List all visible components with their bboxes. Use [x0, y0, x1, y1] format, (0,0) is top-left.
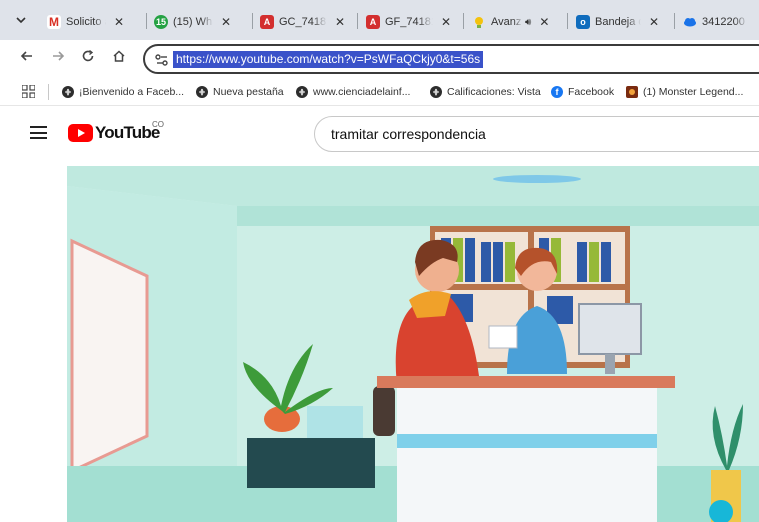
site-info-icon[interactable]	[153, 51, 171, 69]
chevron-down-icon	[16, 17, 26, 24]
arrow-right-icon	[53, 51, 65, 61]
video-frame-illustration	[67, 166, 759, 522]
home-icon	[113, 50, 125, 62]
home-button[interactable]	[109, 49, 129, 69]
monster-legends-icon	[626, 86, 638, 98]
cloud-icon	[684, 18, 696, 27]
youtube-header: YouTube CO tramitar correspondencia	[0, 106, 759, 162]
tab-gmail[interactable]: M Solicito a ✕	[47, 8, 124, 36]
bookmark-monster-legends[interactable]: (1) Monster Legend...	[626, 83, 743, 101]
globe-icon	[196, 86, 208, 98]
tab-pdf-gf[interactable]: A GF_74181 ✕	[366, 8, 451, 36]
reload-icon	[82, 49, 94, 62]
bookmark-nueva-pestana[interactable]: Nueva pestaña	[196, 83, 284, 101]
bookmark-label: Nueva pestaña	[213, 86, 284, 98]
tab-strip: M Solicito a ✕ 15 (15) What ✕ A GC_74181…	[0, 0, 759, 40]
tab-title: GF_74181	[385, 16, 433, 28]
apps-grid-icon[interactable]	[22, 85, 35, 98]
tab-avanz[interactable]: Avanz 🔊︎ ✕	[472, 8, 549, 36]
pdf-icon: A	[260, 15, 274, 29]
youtube-logo[interactable]: YouTube	[68, 123, 160, 143]
bookmark-label: www.cienciadelainf...	[313, 86, 411, 98]
forward-button[interactable]	[48, 49, 68, 69]
bookmark-label: (1) Monster Legend...	[643, 86, 744, 98]
globe-icon	[296, 86, 308, 98]
bookmark-facebook-welcome[interactable]: ¡Bienvenido a Faceb...	[62, 83, 184, 101]
video-player[interactable]	[67, 166, 759, 522]
tab-pdf-gc[interactable]: A GC_74181 ✕	[260, 8, 345, 36]
whatsapp-icon: 15	[154, 15, 168, 29]
globe-icon	[430, 86, 442, 98]
bookmark-calificaciones[interactable]: Calificaciones: Vista	[430, 83, 541, 101]
lightbulb-icon	[475, 17, 483, 28]
bookmark-label: Calificaciones: Vista	[447, 86, 541, 98]
close-icon[interactable]: ✕	[335, 15, 345, 29]
globe-icon	[62, 86, 74, 98]
close-icon[interactable]: ✕	[221, 15, 231, 29]
country-code: CO	[152, 120, 164, 129]
facebook-icon: f	[551, 86, 563, 98]
close-icon[interactable]: ✕	[649, 15, 659, 29]
bookmark-cienciadelainf[interactable]: www.cienciadelainf...	[296, 83, 410, 101]
youtube-wordmark: YouTube	[95, 123, 160, 142]
tab-search-button[interactable]	[10, 9, 32, 31]
url-text[interactable]: https://www.youtube.com/watch?v=PsWFaQCk…	[173, 51, 484, 68]
tab-outlook[interactable]: o Bandeja d ✕	[576, 8, 659, 36]
close-icon[interactable]: ✕	[539, 15, 549, 29]
pdf-icon: A	[366, 15, 380, 29]
close-icon[interactable]: ✕	[114, 15, 124, 29]
gmail-icon: M	[47, 15, 61, 29]
address-bar[interactable]: https://www.youtube.com/watch?v=PsWFaQCk…	[143, 44, 759, 74]
close-icon[interactable]: ✕	[441, 15, 451, 29]
tab-title: 3412200	[702, 16, 745, 28]
menu-icon[interactable]	[30, 126, 47, 139]
tab-title: Bandeja d	[595, 16, 641, 28]
search-query-text: tramitar correspondencia	[331, 126, 486, 142]
tab-title: Solicito a	[66, 16, 106, 28]
tab-title: (15) What	[173, 16, 213, 28]
bookmarks-bar: ¡Bienvenido a Faceb... Nueva pestaña www…	[0, 78, 759, 106]
outlook-icon: o	[576, 15, 590, 29]
bookmark-facebook[interactable]: f Facebook	[551, 83, 614, 101]
youtube-play-icon	[68, 124, 93, 142]
bookmark-label: Facebook	[568, 86, 615, 98]
back-button[interactable]	[17, 49, 37, 69]
tab-title: Avanz	[491, 16, 522, 28]
browser-toolbar: https://www.youtube.com/watch?v=PsWFaQCk…	[0, 40, 759, 78]
tab-onedrive[interactable]: 3412200	[683, 8, 748, 36]
tab-title: GC_74181	[279, 16, 327, 28]
arrow-left-icon	[20, 51, 32, 61]
speaker-icon[interactable]: 🔊︎	[525, 17, 531, 28]
reload-button[interactable]	[78, 49, 98, 69]
tab-whatsapp[interactable]: 15 (15) What ✕	[154, 8, 231, 36]
bookmark-label: ¡Bienvenido a Faceb...	[79, 86, 185, 98]
search-input[interactable]: tramitar correspondencia	[314, 116, 759, 152]
